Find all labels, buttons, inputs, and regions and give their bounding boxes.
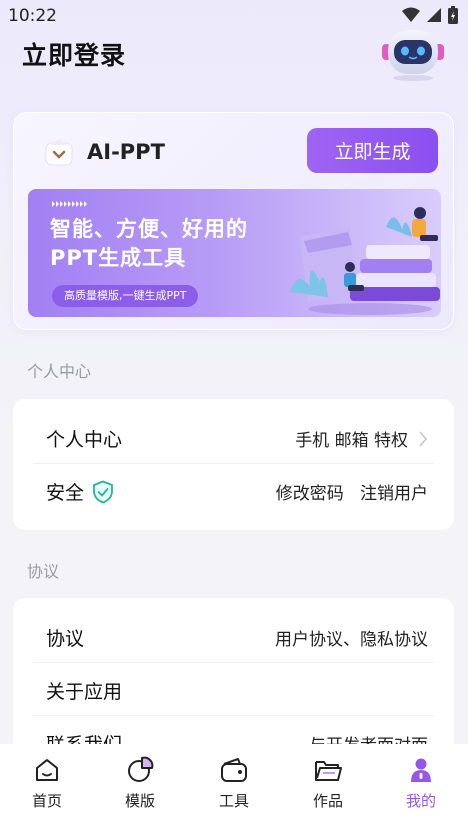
signal-icon xyxy=(427,8,441,22)
row-title-personal-center: 个人中心 xyxy=(46,429,123,451)
tab-tools[interactable]: 工具 xyxy=(200,756,268,811)
personal-card: 个人中心 手机 邮箱 特权 安全 修改密码 注销用户 xyxy=(13,399,454,530)
ai-ppt-logo-icon xyxy=(45,139,73,166)
promo-headline-line1: 智能、方便、好用的 xyxy=(50,217,248,241)
row-right-personal-center: 手机 邮箱 特权 xyxy=(295,426,428,451)
tab-home[interactable]: 首页 xyxy=(13,756,81,811)
status-time: 10:22 xyxy=(8,6,57,26)
section-label-agreement: 协议 xyxy=(27,562,60,581)
section-label-personal: 个人中心 xyxy=(27,362,92,381)
row-security[interactable]: 安全 修改密码 注销用户 xyxy=(13,464,454,517)
tab-label-tools: 工具 xyxy=(218,792,249,810)
generate-now-button[interactable]: 立即生成 xyxy=(307,128,438,173)
row-title-agreement: 协议 xyxy=(46,628,85,650)
row-title-about-app: 关于应用 xyxy=(46,681,123,703)
wifi-icon xyxy=(402,7,420,22)
row-value-security[interactable]: 修改密码 注销用户 xyxy=(276,479,428,504)
bottom-tab-bar: 首页 模版 工具 作品 我的 xyxy=(0,744,468,833)
promo-headline-line2: PPT生成工具 xyxy=(50,246,187,270)
home-icon xyxy=(36,759,58,781)
login-title[interactable]: 立即登录 xyxy=(22,36,126,72)
row-title-security: 安全 xyxy=(46,478,114,505)
row-title-security-text: 安全 xyxy=(46,482,85,504)
ai-ppt-label: AI-PPT xyxy=(87,140,165,164)
row-about-app[interactable]: 关于应用 xyxy=(13,663,454,716)
folder-icon xyxy=(315,761,342,781)
status-icons xyxy=(402,6,458,24)
promo-dots-decoration xyxy=(52,201,87,207)
shield-check-icon xyxy=(93,480,113,503)
ai-ppt-banner-card: AI-PPT 立即生成 智能、方便、好用的 PPT生成工具 高质量模版,一键生成… xyxy=(13,112,454,330)
tab-label-templates: 模版 xyxy=(124,792,155,810)
battery-icon xyxy=(448,6,458,24)
chevron-right-icon xyxy=(419,430,428,447)
row-personal-center[interactable]: 个人中心 手机 邮箱 特权 xyxy=(13,411,454,464)
row-value-agreement[interactable]: 用户协议、隐私协议 xyxy=(275,625,428,650)
promo-tagline: 高质量模版,一键生成PPT xyxy=(52,285,199,307)
row-agreement[interactable]: 协议 用户协议、隐私协议 xyxy=(13,610,454,663)
template-icon xyxy=(128,756,154,782)
tab-works[interactable]: 作品 xyxy=(294,756,362,811)
robot-avatar-icon[interactable] xyxy=(380,26,446,82)
tab-mine[interactable]: 我的 xyxy=(387,756,455,811)
tab-templates[interactable]: 模版 xyxy=(106,756,174,811)
user-icon xyxy=(411,758,431,782)
tab-label-works: 作品 xyxy=(312,792,343,810)
wallet-icon xyxy=(221,758,247,782)
tab-label-home: 首页 xyxy=(31,792,62,810)
agreement-card: 协议 用户协议、隐私协议 关于应用 联系我们 与开发者面对面 xyxy=(13,598,454,768)
promo-banner[interactable]: 智能、方便、好用的 PPT生成工具 高质量模版,一键生成PPT xyxy=(28,189,441,317)
row-value-personal-center: 手机 邮箱 特权 xyxy=(295,431,408,451)
promo-headline: 智能、方便、好用的 PPT生成工具 xyxy=(50,215,300,273)
books-illustration-icon xyxy=(290,207,440,315)
tab-label-mine: 我的 xyxy=(405,792,436,810)
